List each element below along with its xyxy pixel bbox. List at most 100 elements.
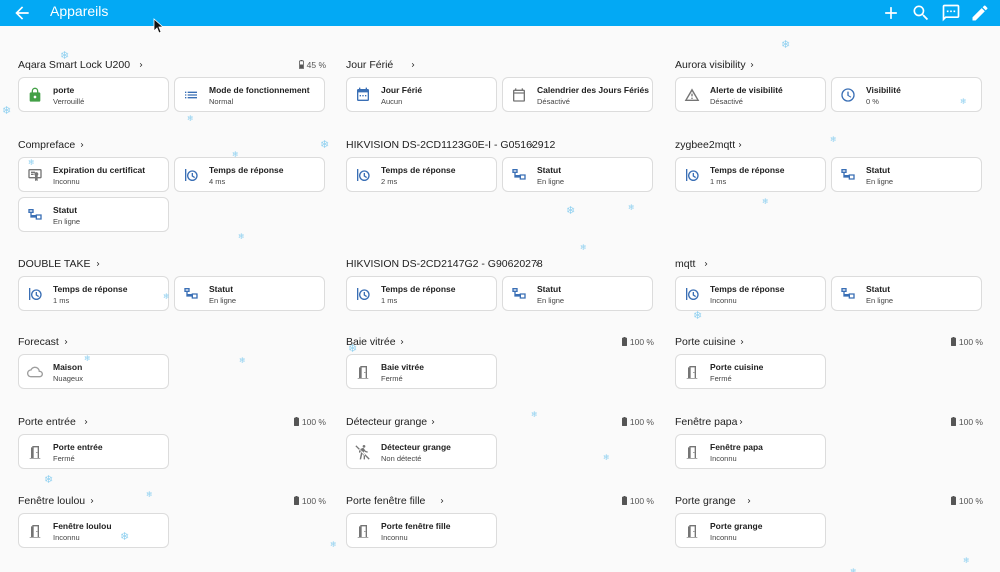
chevron-right-icon[interactable] [94,259,102,269]
entity-tile-temps-de-reponse[interactable]: Temps de réponse 4 ms [174,157,325,192]
device-header[interactable]: Fenêtre papa 100 % [675,414,985,430]
chevron-right-icon[interactable] [82,417,90,427]
device-header[interactable]: Jour Férié [346,57,656,73]
chevron-right-icon[interactable] [533,259,541,269]
entity-tile-statut[interactable]: Statut En ligne [831,157,982,192]
entity-tile-temps-de-reponse[interactable]: Temps de réponse 1 ms [18,276,169,311]
lan-icon[interactable] [840,286,856,302]
certificate-icon[interactable] [27,167,43,183]
device-header[interactable]: Forecast [18,334,328,350]
assist-chat-icon[interactable] [941,3,961,23]
entity-tile-fenetre-papa[interactable]: Fenêtre papa Inconnu [675,434,826,469]
entity-tile-porte-entree[interactable]: Porte entrée Fermé [18,434,169,469]
entity-tile-porte-fenetre-fille[interactable]: Porte fenêtre fille Inconnu [346,513,497,548]
calendar-icon[interactable] [511,87,527,103]
device-name[interactable]: Porte grange [675,495,736,508]
entity-tile-temps-de-reponse[interactable]: Temps de réponse 1 ms [346,276,497,311]
device-header[interactable]: mqtt [675,256,985,272]
timer-icon[interactable] [684,167,700,183]
device-header[interactable]: Porte grange 100 % [675,493,985,509]
device-header[interactable]: Porte fenêtre fille 100 % [346,493,656,509]
door-icon[interactable] [355,364,371,380]
device-header[interactable]: HIKVISION DS-2CD1123G0E-I - G05162912 [346,137,656,153]
chevron-right-icon[interactable] [88,496,96,506]
chevron-right-icon[interactable] [429,417,437,427]
device-name[interactable]: Compreface [18,139,75,152]
timer-icon[interactable] [684,286,700,302]
device-header[interactable]: DOUBLE TAKE [18,256,328,272]
timer-icon[interactable] [27,286,43,302]
timer-icon[interactable] [183,167,199,183]
device-name[interactable]: DOUBLE TAKE [18,258,91,271]
lan-icon[interactable] [511,286,527,302]
entity-tile-statut[interactable]: Statut En ligne [502,157,653,192]
chevron-right-icon[interactable] [702,259,710,269]
entity-tile-detecteur-grange[interactable]: Détecteur grange Non détecté [346,434,497,469]
device-name[interactable]: mqtt [675,258,695,271]
device-header[interactable]: Aurora visibility [675,57,985,73]
entity-tile-fenetre-loulou[interactable]: Fenêtre loulou Inconnu [18,513,169,548]
chevron-right-icon[interactable] [737,417,745,427]
door-icon[interactable] [684,523,700,539]
device-name[interactable]: Aqara Smart Lock U200 [18,59,130,72]
alert-triangle-icon[interactable] [684,87,700,103]
device-name[interactable]: Aurora visibility [675,59,746,72]
chevron-right-icon[interactable] [736,140,744,150]
chevron-right-icon[interactable] [398,337,406,347]
lan-icon[interactable] [183,286,199,302]
timer-icon[interactable] [355,167,371,183]
chevron-right-icon[interactable] [738,337,746,347]
device-header[interactable]: Compreface [18,137,328,153]
device-name[interactable]: HIKVISION DS-2CD2147G2 - G90620278 [346,258,543,271]
chevron-right-icon[interactable] [438,496,446,506]
entity-tile-calendrier-des-jours-feries[interactable]: Calendrier des Jours Fériés Désactivé [502,77,653,112]
entity-tile-temps-de-reponse[interactable]: Temps de réponse Inconnu [675,276,826,311]
door-icon[interactable] [27,444,43,460]
device-name[interactable]: HIKVISION DS-2CD1123G0E-I - G05162912 [346,139,555,152]
device-name[interactable]: Porte entrée [18,416,76,429]
entity-tile-porte[interactable]: porte Verrouillé [18,77,169,112]
entity-tile-expiration-du-certificat[interactable]: Expiration du certificat Inconnu [18,157,169,192]
entity-tile-alerte-de-visibilite[interactable]: Alerte de visibilité Désactivé [675,77,826,112]
search-icon[interactable] [911,3,931,23]
entity-tile-baie-vitree[interactable]: Baie vitrée Fermé [346,354,497,389]
device-header[interactable]: Baie vitrée 100 % [346,334,656,350]
timer-icon[interactable] [355,286,371,302]
device-name[interactable]: Porte cuisine [675,336,736,349]
chevron-right-icon[interactable] [409,60,417,70]
door-icon[interactable] [27,523,43,539]
device-name[interactable]: Jour Férié [346,59,393,72]
entity-tile-temps-de-reponse[interactable]: Temps de réponse 2 ms [346,157,497,192]
chevron-right-icon[interactable] [78,140,86,150]
device-header[interactable]: Porte entrée 100 % [18,414,328,430]
door-icon[interactable] [355,523,371,539]
device-header[interactable]: Détecteur grange 100 % [346,414,656,430]
lock-icon[interactable] [27,87,43,103]
door-icon[interactable] [684,444,700,460]
chevron-right-icon[interactable] [748,60,756,70]
cloud-icon[interactable] [27,364,43,380]
entity-tile-statut[interactable]: Statut En ligne [831,276,982,311]
device-name[interactable]: Fenêtre papa [675,416,737,429]
back-arrow-icon[interactable] [12,3,32,23]
device-name[interactable]: Porte fenêtre fille [346,495,425,508]
lan-icon[interactable] [511,167,527,183]
device-name[interactable]: zygbee2mqtt [675,139,735,152]
chevron-right-icon[interactable] [528,140,536,150]
entity-tile-statut[interactable]: Statut En ligne [18,197,169,232]
device-header[interactable]: HIKVISION DS-2CD2147G2 - G90620278 [346,256,656,272]
lan-icon[interactable] [840,167,856,183]
device-header[interactable]: Porte cuisine 100 % [675,334,985,350]
gauge-icon[interactable] [840,87,856,103]
entity-tile-jour-ferie[interactable]: Jour Férié Aucun [346,77,497,112]
entity-tile-temps-de-reponse[interactable]: Temps de réponse 1 ms [675,157,826,192]
add-icon[interactable] [881,3,901,23]
entity-tile-statut[interactable]: Statut En ligne [174,276,325,311]
entity-tile-maison[interactable]: Maison Nuageux [18,354,169,389]
chevron-right-icon[interactable] [745,496,753,506]
motion-sensor-off-icon[interactable] [355,444,371,460]
entity-tile-statut[interactable]: Statut En ligne [502,276,653,311]
entity-tile-porte-cuisine[interactable]: Porte cuisine Fermé [675,354,826,389]
device-header[interactable]: Fenêtre loulou 100 % [18,493,328,509]
chevron-right-icon[interactable] [137,60,145,70]
